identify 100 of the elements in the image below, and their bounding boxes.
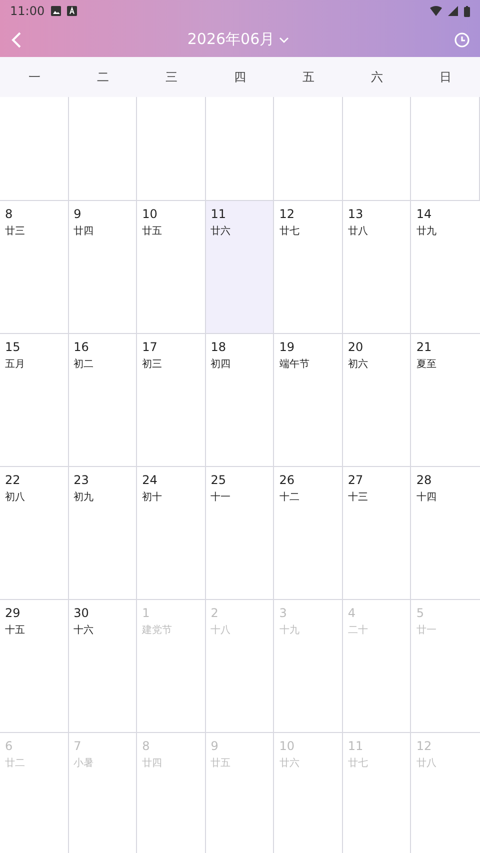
lunar-date: 廿七 <box>279 224 300 238</box>
day-cell[interactable]: 19 端午节 <box>274 334 343 466</box>
day-number: 9 <box>74 207 82 221</box>
day-number: 5 <box>416 606 424 620</box>
day-cell[interactable]: 26 十二 <box>274 467 343 599</box>
day-cell[interactable]: 11 廿六 <box>206 201 274 333</box>
day-cell[interactable]: 20 初六 <box>342 334 412 466</box>
day-number: 14 <box>416 207 432 221</box>
day-cell[interactable]: 16 初二 <box>68 334 138 466</box>
day-number: 27 <box>348 473 364 487</box>
day-cell[interactable]: 28 十四 <box>411 467 480 599</box>
weekday-label: 日 <box>438 68 453 86</box>
day-number: 15 <box>5 340 20 354</box>
day-cell[interactable]: 23 初九 <box>68 467 138 599</box>
lunar-date: 廿八 <box>348 224 368 238</box>
lunar-date: 廿八 <box>416 756 436 770</box>
battery-icon <box>464 6 470 16</box>
day-cell[interactable]: 14 廿九 <box>411 201 480 333</box>
weekday-label: 三 <box>164 68 178 86</box>
day-cell[interactable]: 25 十一 <box>206 467 274 599</box>
lunar-date: 廿七 <box>348 756 368 770</box>
lunar-date: 五月 <box>5 358 25 371</box>
day-number: 25 <box>210 473 226 487</box>
day-number: 17 <box>142 340 158 354</box>
lunar-date: 十八 <box>210 624 231 637</box>
lunar-date: 廿一 <box>416 624 436 637</box>
day-number: 12 <box>416 739 432 753</box>
day-cell[interactable]: 24 初十 <box>137 467 206 599</box>
day-cell[interactable]: 21 夏至 <box>411 334 480 466</box>
day-number: 4 <box>348 606 356 620</box>
day-number: 21 <box>416 340 432 354</box>
day-number: 20 <box>348 340 364 354</box>
image-icon <box>50 6 61 16</box>
lunar-date: 初九 <box>74 490 94 504</box>
lunar-date: 廿六 <box>279 756 300 770</box>
day-number: 28 <box>416 473 432 487</box>
day-cell[interactable]: 22 初八 <box>0 467 69 599</box>
lunar-date: 十五 <box>5 624 25 637</box>
weekday-label: 四 <box>232 68 247 86</box>
lunar-date: 小暑 <box>74 756 94 770</box>
day-cell[interactable]: 29 十五 <box>0 600 69 732</box>
day-number: 19 <box>279 340 295 354</box>
lunar-date: 廿四 <box>142 756 162 770</box>
lunar-date: 端午节 <box>279 358 310 371</box>
lunar-date: 廿四 <box>74 224 94 238</box>
back-button[interactable] <box>10 30 22 48</box>
day-number: 22 <box>5 473 20 487</box>
day-number: 26 <box>279 473 295 487</box>
day-number: 12 <box>279 207 295 221</box>
day-number: 24 <box>142 473 158 487</box>
day-cell[interactable]: 15 五月 <box>0 334 69 466</box>
day-number: 9 <box>210 739 218 753</box>
day-cell[interactable]: 17 初三 <box>137 334 206 466</box>
day-number: 2 <box>210 606 218 620</box>
day-number: 8 <box>142 739 150 753</box>
day-number: 11 <box>210 207 226 221</box>
lunar-date: 初三 <box>142 358 162 371</box>
clock-button[interactable] <box>454 32 470 48</box>
day-number: 8 <box>5 207 13 221</box>
day-number: 10 <box>279 739 295 753</box>
day-number: 23 <box>74 473 89 487</box>
lunar-date: 十二 <box>279 490 300 504</box>
status-time: 11:00 <box>10 4 45 18</box>
wifi-icon <box>430 6 442 16</box>
lunar-date: 夏至 <box>416 358 436 371</box>
lunar-date: 廿五 <box>142 224 162 238</box>
lunar-date: 十九 <box>279 624 300 637</box>
lunar-date: 廿九 <box>416 224 436 238</box>
lunar-date: 十三 <box>348 490 368 504</box>
weekday-label: 六 <box>370 68 384 86</box>
lunar-date: 初四 <box>210 358 231 371</box>
lunar-date: 廿二 <box>5 756 25 770</box>
day-cell[interactable]: 30 十六 <box>68 600 138 732</box>
lunar-date: 十六 <box>74 624 94 637</box>
day-number: 7 <box>74 739 82 753</box>
lunar-date: 初八 <box>5 490 25 504</box>
font-icon <box>66 6 77 16</box>
day-cell[interactable]: 18 初四 <box>206 334 274 466</box>
lunar-date: 廿三 <box>5 224 25 238</box>
lunar-date: 初二 <box>74 358 94 371</box>
signal-icon <box>448 6 458 16</box>
lunar-date: 十一 <box>210 490 231 504</box>
lunar-date: 廿六 <box>210 224 231 238</box>
lunar-date: 建党节 <box>142 624 172 637</box>
day-number: 1 <box>142 606 150 620</box>
day-cell[interactable]: 12 廿七 <box>274 201 343 333</box>
day-number: 11 <box>348 739 364 753</box>
weekday-label: 二 <box>96 68 110 86</box>
day-cell[interactable]: 13 廿八 <box>342 201 412 333</box>
day-number: 10 <box>142 207 158 221</box>
day-number: 18 <box>210 340 226 354</box>
day-number: 16 <box>74 340 89 354</box>
day-cell[interactable]: 9 廿四 <box>68 201 138 333</box>
day-cell[interactable]: 27 十三 <box>342 467 412 599</box>
chevron-down-icon[interactable] <box>278 36 289 42</box>
day-number: 29 <box>5 606 20 620</box>
lunar-date: 二十 <box>348 624 368 637</box>
lunar-date: 初六 <box>348 358 368 371</box>
lunar-date: 廿五 <box>210 756 231 770</box>
day-cell[interactable]: 8 廿三 <box>0 201 69 333</box>
